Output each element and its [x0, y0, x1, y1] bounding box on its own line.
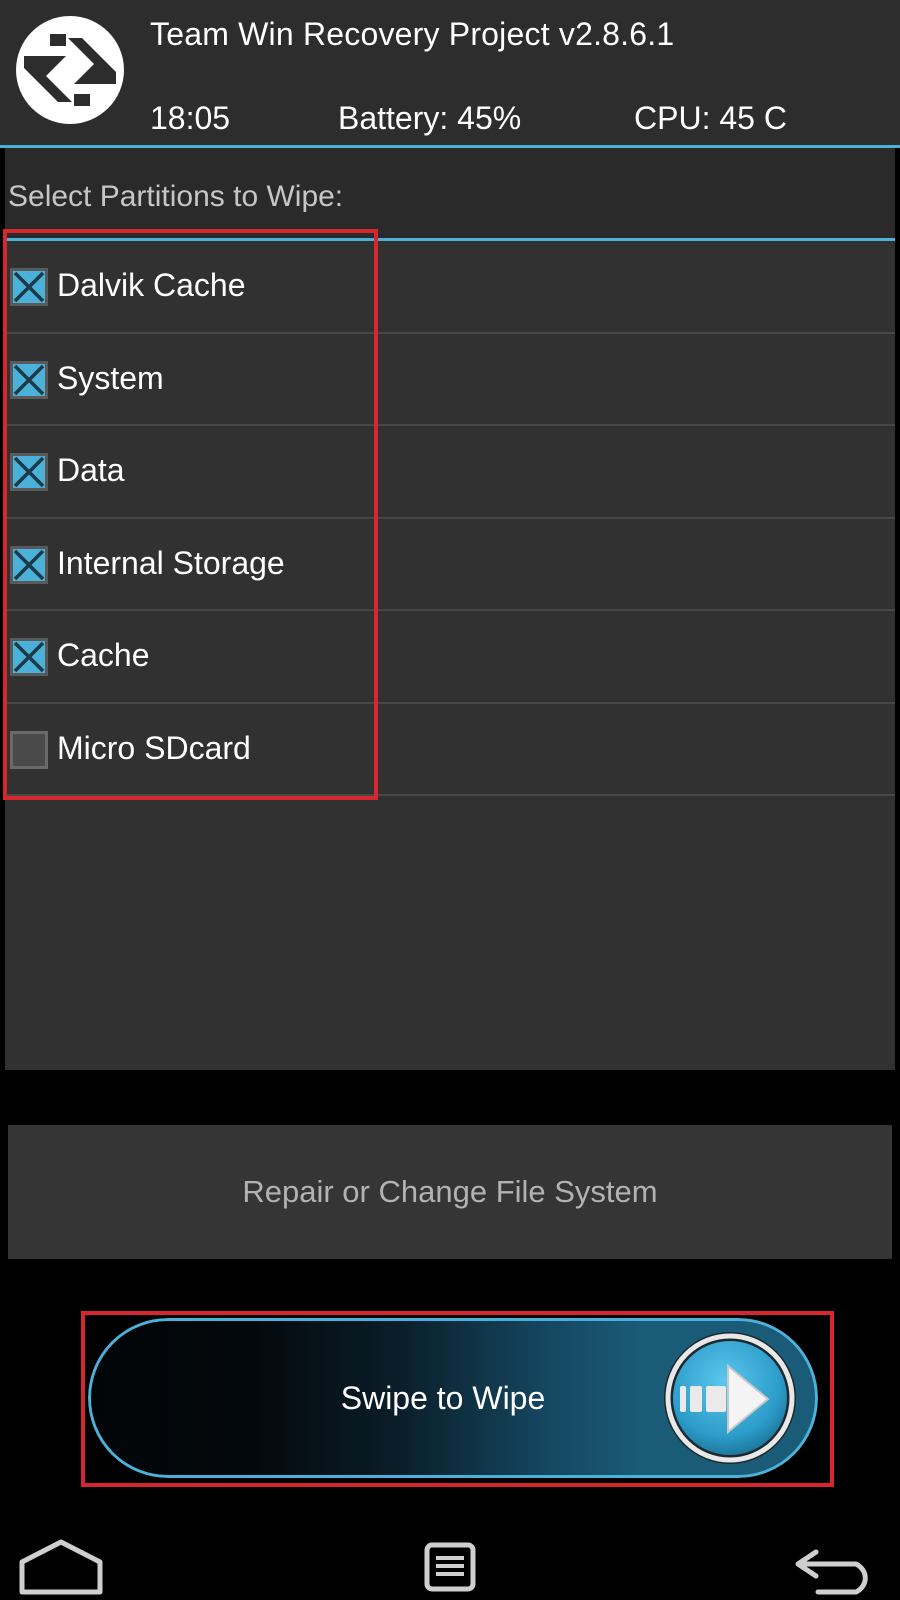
partition-item-data[interactable]: Data [5, 426, 895, 519]
panel-header: Select Partitions to Wipe: [5, 148, 895, 240]
partition-item-internal-storage[interactable]: Internal Storage [5, 519, 895, 611]
partition-label: Cache [57, 637, 150, 673]
partition-list: Dalvik Cache System Data Internal Storag… [5, 241, 895, 796]
swipe-arrow-icon[interactable] [662, 1330, 798, 1466]
partition-label: System [57, 359, 164, 396]
status-battery: Battery: 45% [338, 100, 522, 136]
repair-button-label: Repair or Change File System [242, 1174, 658, 1209]
home-icon[interactable] [18, 1538, 104, 1596]
twrp-logo-icon [16, 16, 124, 124]
partition-label: Dalvik Cache [57, 267, 246, 303]
partition-item-micro-sdcard[interactable]: Micro SDcard [5, 704, 895, 796]
partition-label: Data [57, 452, 125, 488]
partition-item-system[interactable]: System [5, 334, 895, 426]
partition-item-cache[interactable]: Cache [5, 611, 895, 704]
checkbox-checked-icon[interactable] [10, 453, 48, 491]
checkbox-checked-icon[interactable] [10, 360, 48, 399]
repair-file-system-button[interactable]: Repair or Change File System [8, 1125, 892, 1259]
partition-label: Internal Storage [57, 544, 285, 581]
partition-item-dalvik-cache[interactable]: Dalvik Cache [5, 241, 895, 334]
header-bar: Team Win Recovery Project v2.8.6.1 18:05… [0, 0, 900, 146]
checkbox-checked-icon[interactable] [10, 545, 48, 584]
console-icon[interactable] [424, 1542, 476, 1592]
checkbox-checked-icon[interactable] [10, 638, 48, 676]
checkbox-checked-icon[interactable] [10, 268, 48, 306]
status-time: 18:05 [150, 100, 231, 136]
swipe-to-wipe-slider[interactable]: Swipe to Wipe [88, 1318, 818, 1478]
status-cpu: CPU: 45 C [634, 100, 787, 136]
back-icon[interactable] [792, 1540, 880, 1596]
checkbox-unchecked-icon[interactable] [10, 730, 48, 769]
app-title: Team Win Recovery Project v2.8.6.1 [150, 16, 675, 52]
select-partitions-label: Select Partitions to Wipe: [8, 180, 344, 213]
partition-panel: Select Partitions to Wipe: Dalvik Cache … [5, 148, 895, 1070]
partition-label: Micro SDcard [57, 729, 251, 766]
